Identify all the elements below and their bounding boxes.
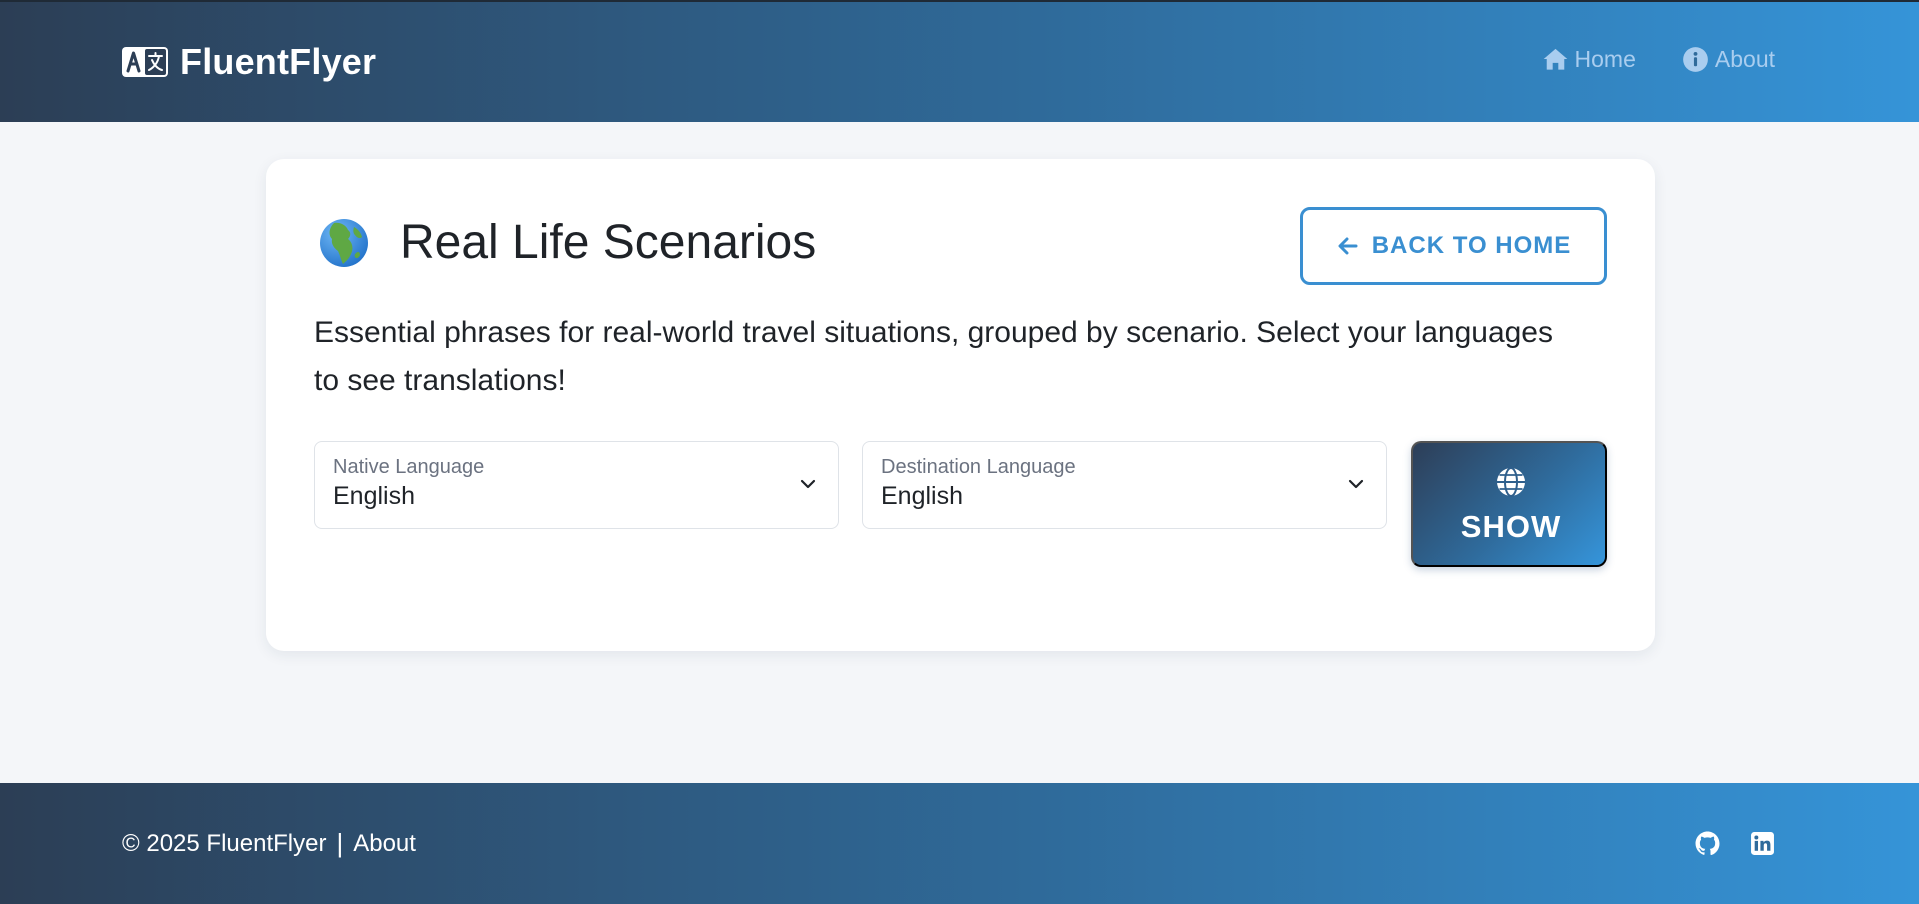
native-language-value: English xyxy=(333,482,415,510)
info-circle-icon xyxy=(1683,47,1708,72)
scenarios-card: Real Life Scenarios BACK TO HOME Essenti… xyxy=(266,159,1655,651)
social-links xyxy=(1695,831,1775,856)
chevron-down-icon xyxy=(1348,479,1364,489)
copyright-text: © 2025 FluentFlyer xyxy=(122,829,327,857)
brand-link[interactable]: FluentFlyer xyxy=(122,40,376,84)
back-to-home-button[interactable]: BACK TO HOME xyxy=(1300,207,1607,285)
github-icon[interactable] xyxy=(1695,831,1720,856)
globe-africa-emoji xyxy=(320,218,368,267)
linkedin-icon[interactable] xyxy=(1750,831,1775,856)
chevron-down-icon xyxy=(800,479,816,489)
nav-about-label: About xyxy=(1714,46,1775,72)
destination-language-label: Destination Language xyxy=(881,456,1076,478)
globe-icon xyxy=(1497,467,1525,497)
show-button-label: SHOW xyxy=(1460,509,1562,544)
arrow-left-icon xyxy=(1338,237,1358,255)
nav-home-link[interactable]: Home xyxy=(1542,46,1636,73)
top-navbar: FluentFlyer Home About xyxy=(0,0,1919,122)
footer-separator: | xyxy=(336,828,344,858)
native-language-label: Native Language xyxy=(333,456,485,478)
page-title: Real Life Scenarios xyxy=(400,216,817,269)
home-icon xyxy=(1543,48,1567,70)
native-language-select[interactable]: Native Language English xyxy=(314,441,839,529)
translate-icon xyxy=(122,47,168,77)
back-to-home-label: BACK TO HOME xyxy=(1371,232,1572,259)
show-button[interactable]: SHOW xyxy=(1411,441,1607,567)
footer-text: © 2025 FluentFlyer | About xyxy=(122,828,416,859)
destination-language-select[interactable]: Destination Language English xyxy=(862,441,1387,529)
main-nav: Home About xyxy=(1542,46,1775,73)
footer-about-link[interactable]: About xyxy=(353,830,416,858)
nav-home-label: Home xyxy=(1574,46,1636,72)
destination-language-value: English xyxy=(881,482,963,510)
brand-name: FluentFlyer xyxy=(180,41,377,82)
title-row: Real Life Scenarios xyxy=(318,215,816,270)
page-description: Essential phrases for real-world travel … xyxy=(314,316,1553,397)
nav-about-link[interactable]: About xyxy=(1682,46,1775,73)
footer: © 2025 FluentFlyer | About xyxy=(0,783,1919,904)
